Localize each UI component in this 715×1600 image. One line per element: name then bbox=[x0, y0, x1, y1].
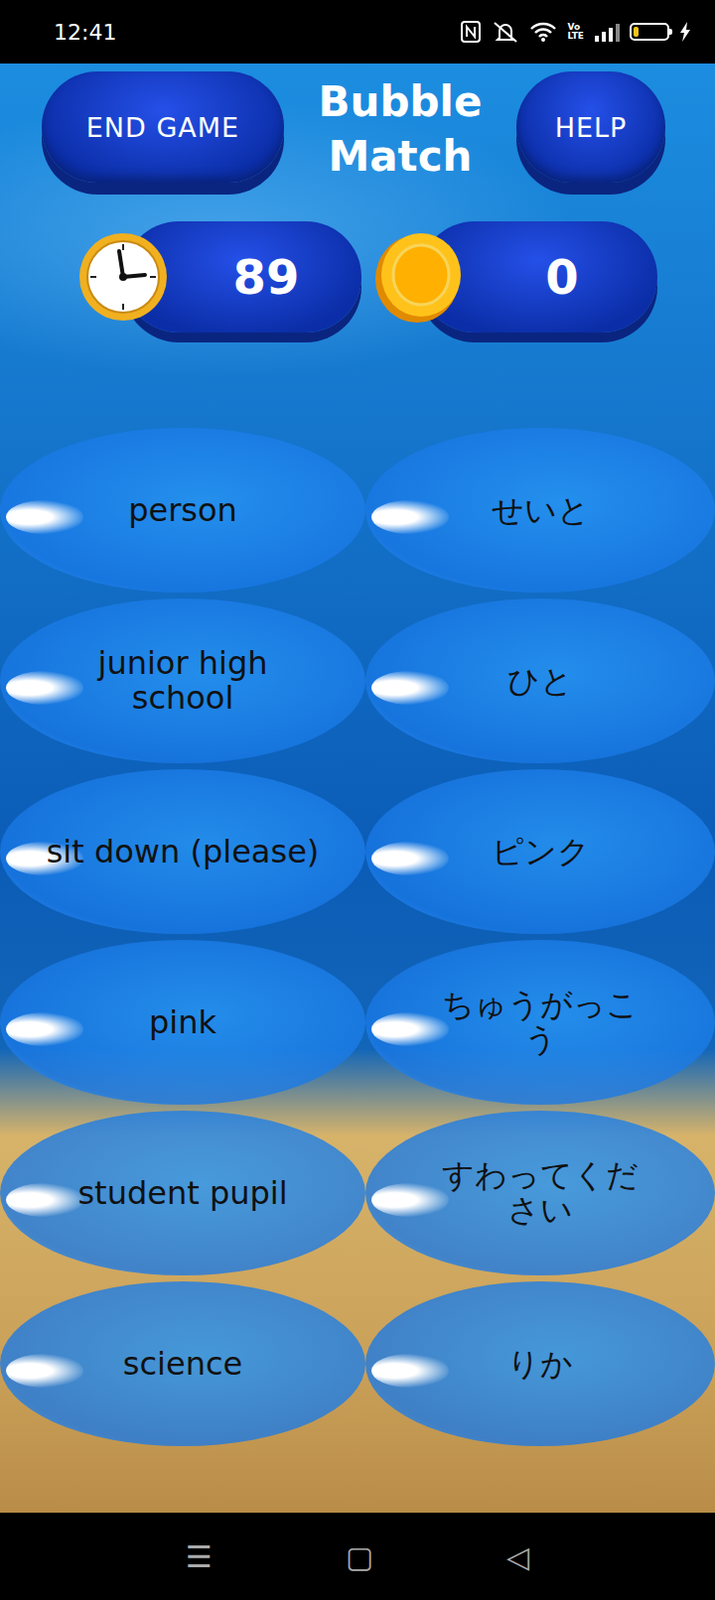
volte-text: LTE bbox=[567, 31, 584, 41]
word-bubble[interactable]: ちゅうがっこう bbox=[365, 940, 715, 1106]
volte-label: VoLTE bbox=[567, 22, 584, 41]
clock-icon bbox=[75, 229, 171, 325]
bubble-text: せいと bbox=[491, 493, 590, 529]
status-icons: VoLTE bbox=[459, 19, 692, 44]
signal-icon bbox=[593, 21, 620, 42]
bubble-text: student pupil bbox=[57, 1176, 307, 1212]
word-bubble[interactable]: junior high school bbox=[0, 598, 366, 764]
timer-counter: 89 bbox=[75, 214, 362, 340]
navigation-bar: ☰ ▢ ◁ bbox=[0, 1513, 715, 1600]
word-bubble[interactable]: science bbox=[0, 1282, 366, 1447]
home-button[interactable]: ▢ bbox=[345, 1540, 374, 1575]
mute-icon bbox=[491, 19, 520, 44]
bubble-text: すわってください bbox=[439, 1158, 641, 1228]
help-button[interactable]: HELP bbox=[516, 71, 666, 183]
back-button[interactable]: ◁ bbox=[506, 1540, 530, 1575]
clock-time: 12:41 bbox=[53, 19, 117, 45]
coin-icon bbox=[371, 229, 467, 325]
game-header: END GAMEBubble MatchHELP bbox=[0, 63, 715, 205]
coin-counter: 0 bbox=[371, 214, 658, 340]
word-bubble[interactable]: せいと bbox=[365, 428, 715, 593]
end-game-button[interactable]: END GAME bbox=[41, 71, 285, 183]
word-bubble[interactable]: すわってください bbox=[365, 1111, 715, 1277]
battery-icon bbox=[629, 22, 670, 41]
menu-button[interactable]: ☰ bbox=[185, 1540, 213, 1575]
counters: 890 bbox=[0, 204, 715, 340]
status-bar: 12:41 VoLTE bbox=[0, 0, 715, 64]
volte-text: Vo bbox=[567, 22, 584, 32]
bubble-grid: person せいと junior high school ひと sit down (p… bbox=[0, 425, 715, 1450]
nfc-icon bbox=[459, 19, 482, 44]
bubble-text: junior high school bbox=[23, 646, 342, 715]
bubble-text: person bbox=[108, 493, 258, 529]
word-bubble[interactable]: sit down (please) bbox=[0, 769, 366, 935]
word-bubble[interactable]: student pupil bbox=[0, 1111, 366, 1277]
word-bubble[interactable]: ピンク bbox=[365, 769, 715, 935]
bubble-text: ちゅうがっこう bbox=[439, 988, 641, 1057]
bubble-text: sit down (please) bbox=[26, 835, 340, 870]
word-bubble[interactable]: person bbox=[0, 428, 366, 593]
bubble-text: pink bbox=[129, 1005, 237, 1041]
charging-icon bbox=[679, 21, 692, 42]
battery-fill bbox=[633, 26, 639, 37]
clock-wrap bbox=[75, 229, 171, 325]
bubble-text: science bbox=[103, 1347, 263, 1383]
game-title: Bubble Match bbox=[295, 71, 505, 184]
bubble-text: ひと bbox=[507, 664, 573, 700]
coin-wrap bbox=[371, 229, 467, 325]
wifi-icon bbox=[529, 20, 558, 43]
game-area: END GAMEBubble MatchHELP890personせいとjuni… bbox=[0, 63, 715, 1514]
word-bubble[interactable]: りか bbox=[365, 1282, 715, 1447]
bubble-text: ピンク bbox=[491, 835, 590, 870]
bubble-text: りか bbox=[507, 1347, 573, 1383]
word-bubble[interactable]: ひと bbox=[365, 598, 715, 764]
word-bubble[interactable]: pink bbox=[0, 940, 366, 1106]
